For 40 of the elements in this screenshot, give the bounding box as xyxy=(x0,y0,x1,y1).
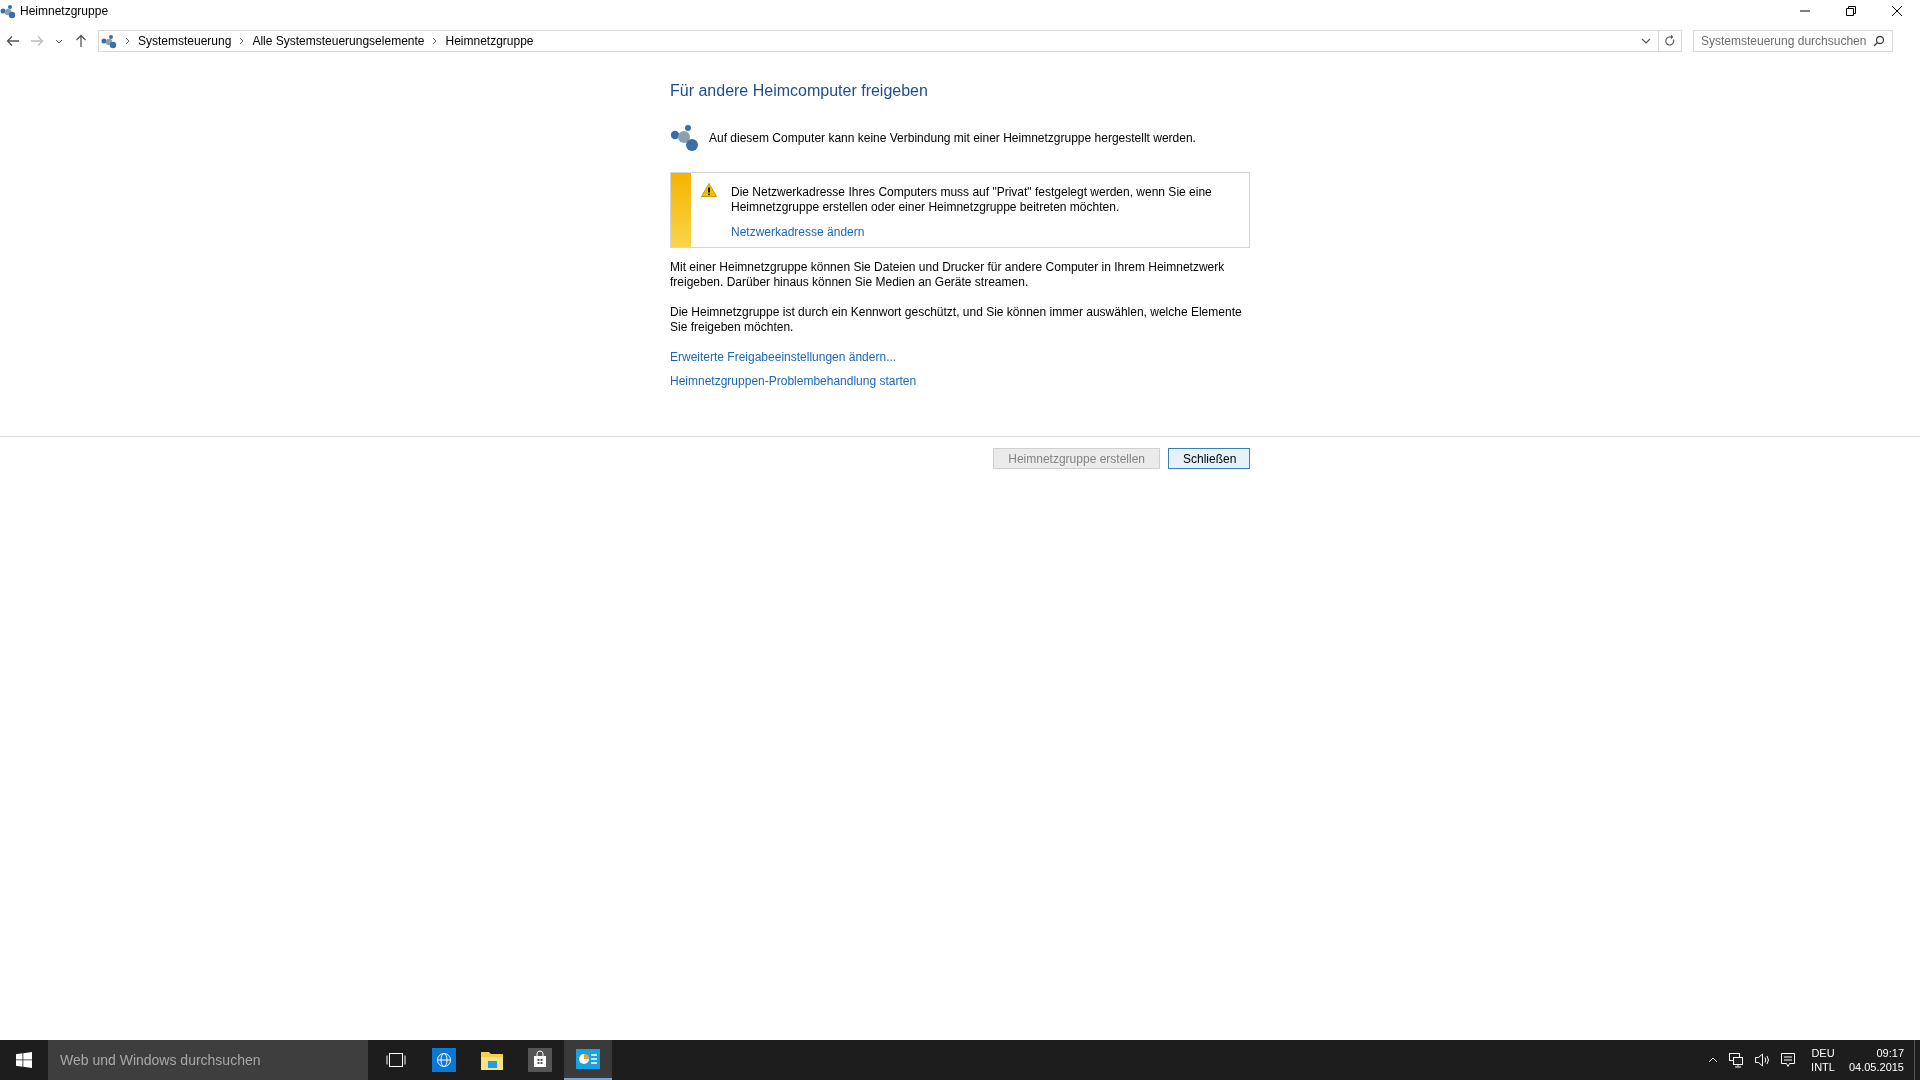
dropdown-icon[interactable] xyxy=(1641,38,1651,44)
refresh-icon[interactable] xyxy=(1664,35,1676,47)
warning-message: Die Netzwerkadresse Ihres Computers muss auf "Privat" festgelegt werden, wenn Sie eine Heimnetzgruppe erstellen oder einer Heimnetzgruppe beitreten möchten. xyxy=(731,185,1213,215)
homegroup-icon xyxy=(101,33,117,49)
show-hidden-icons-icon[interactable] xyxy=(1708,1057,1719,1063)
breadcrumb-item[interactable]: Systemsteuerung xyxy=(138,34,232,48)
dialog-button[interactable]: Schließen xyxy=(1168,448,1250,469)
warning-icon xyxy=(701,183,717,197)
link[interactable]: Heimnetzgruppen-Problembehandlung starten xyxy=(670,374,917,388)
restore-icon xyxy=(1846,6,1856,16)
page-heading: Für andere Heimcomputer freigeben xyxy=(670,82,929,100)
chevron-icon xyxy=(239,37,245,45)
notifications-icon[interactable] xyxy=(1780,1052,1797,1068)
address-bar[interactable]: Systemsteuerung Alle Systemsteuerungselemente Heimnetzgruppe xyxy=(98,30,1682,52)
breadcrumb-item[interactable]: Heimnetzgruppe xyxy=(445,34,534,48)
search-field[interactable]: Systemsteuerung durchsuchen xyxy=(1693,30,1893,52)
breadcrumb-item[interactable]: Alle Systemsteuerungselemente xyxy=(252,34,425,48)
network-icon[interactable] xyxy=(1728,1052,1745,1068)
search-icon xyxy=(1873,35,1885,47)
homegroup-icon xyxy=(670,124,700,152)
volume-icon[interactable] xyxy=(1754,1052,1771,1068)
window-title: Heimnetzgruppe xyxy=(20,4,109,18)
homegroup-icon xyxy=(0,3,16,19)
change-network-link[interactable]: Netzwerkadresse ändern xyxy=(731,225,865,240)
back-arrow-icon xyxy=(6,35,20,47)
paragraph: Die Heimnetzgruppe ist durch ein Kennwort geschützt, und Sie können immer auswählen, welche Elemente Sie freigeben möchten. xyxy=(670,305,1243,335)
chevron-icon xyxy=(125,37,130,45)
taskbar-search-field[interactable]: Web und Windows durchsuchen xyxy=(48,1040,368,1080)
forward-arrow-icon xyxy=(30,35,44,47)
close-icon xyxy=(1892,6,1902,16)
chevron-icon xyxy=(432,37,438,45)
windows-logo xyxy=(16,1052,32,1068)
link[interactable]: Erweiterte Freigabeeinstellungen ändern... xyxy=(670,350,897,364)
clock[interactable]: 09:17 04.05.2015 xyxy=(1848,1046,1904,1074)
status-message: Auf diesem Computer kann keine Verbindung mit einer Heimnetzgruppe hergestellt werden. xyxy=(709,131,1196,145)
caret-icon xyxy=(55,38,63,44)
control-panel-icon[interactable] xyxy=(564,1040,612,1080)
paragraph: Mit einer Heimnetzgruppe können Sie Dateien und Drucker für andere Computer in Ihrem Heimnetzwerk freigeben. Darüber hinaus können Sie Medien an Geräte streamen. xyxy=(670,260,1226,290)
input-language-indicator[interactable]: DEU INTL xyxy=(1811,1046,1835,1074)
up-arrow-icon xyxy=(75,34,87,48)
